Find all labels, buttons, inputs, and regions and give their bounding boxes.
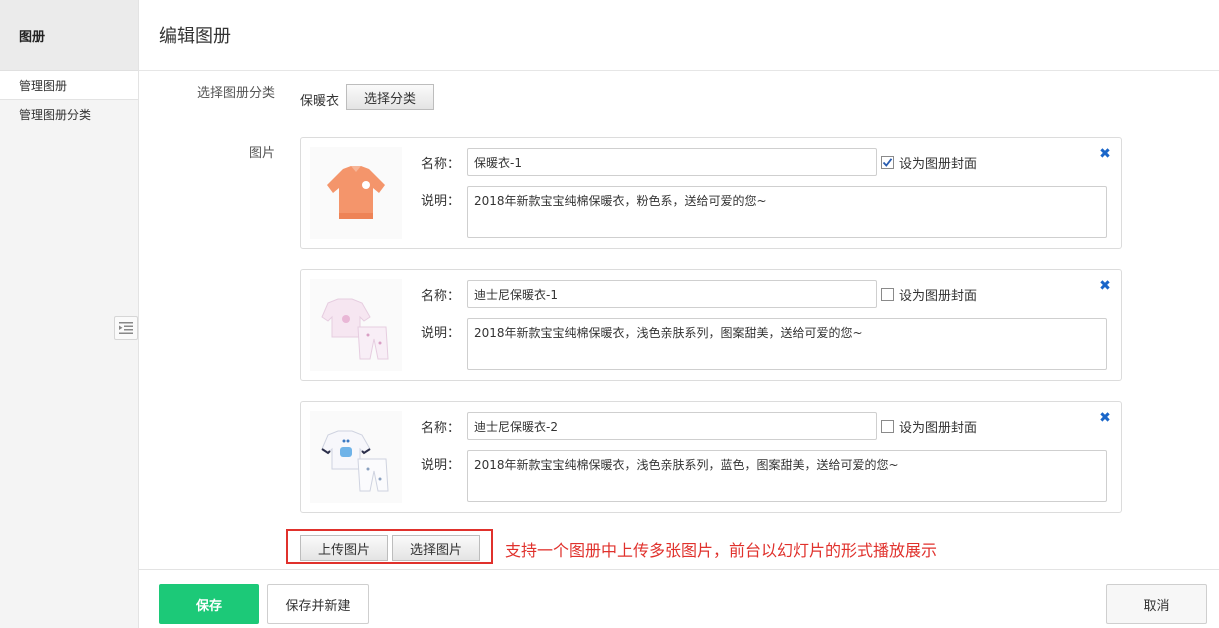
picture-card: 名称： 设为图册封面 ✖ 说明： 2018年新款宝宝纯棉保暖衣，浅色亲肤系列，图… [300,269,1122,381]
remove-picture-icon[interactable]: ✖ [1099,411,1111,425]
set-cover-label: 设为图册封面 [899,421,978,436]
category-label: 选择图册分类 [196,86,275,101]
checkbox-unchecked-icon [881,420,894,433]
sidebar-title: 图册 [0,0,138,71]
orange-sweater-icon [327,166,385,219]
sidebar-item-manage-albums[interactable]: 管理图册 [0,71,138,100]
picture-description-input[interactable]: 2018年新款宝宝纯棉保暖衣，浅色亲肤系列，蓝色，图案甜美，送给可爱的您~ [467,450,1107,502]
remove-picture-icon[interactable]: ✖ [1099,147,1111,161]
set-cover-checkbox[interactable]: 设为图册封面 [881,417,977,436]
sidebar: 图册 管理图册 管理图册分类 [0,0,139,628]
select-picture-button[interactable]: 选择图片 [392,535,480,561]
annotation-note: 支持一个图册中上传多张图片，前台以幻灯片的形式播放展示 [505,541,938,560]
set-cover-label: 设为图册封面 [899,289,978,304]
picture-card: 名称： 设为图册封面 ✖ 说明： 2018年新款宝宝纯棉保暖衣，粉色系，送给可爱… [300,137,1122,249]
white-pajama-set-icon [321,430,389,492]
upload-picture-button[interactable]: 上传图片 [300,535,388,561]
picture-description-input[interactable]: 2018年新款宝宝纯棉保暖衣，粉色系，送给可爱的您~ [467,186,1107,238]
description-label: 说明： [421,194,461,209]
collapse-sidebar-button[interactable] [114,316,138,340]
name-label: 名称： [421,421,461,436]
indent-icon [119,322,133,334]
sidebar-item-manage-album-categories[interactable]: 管理图册分类 [0,100,138,129]
picture-thumbnail[interactable] [310,279,402,371]
name-label: 名称： [421,157,461,172]
set-cover-checkbox[interactable]: 设为图册封面 [881,285,977,304]
cancel-button[interactable]: 取消 [1106,584,1207,624]
picture-name-input[interactable] [467,412,877,440]
pictures-label: 图片 [248,146,275,161]
upload-highlight-box: 上传图片 选择图片 [286,529,493,564]
page-title: 编辑图册 [139,0,1219,71]
choose-category-button[interactable]: 选择分类 [346,84,434,110]
picture-name-input[interactable] [467,148,877,176]
edit-album-form: 选择图册分类 保暖衣 选择分类 图片 名称： 设为图册封面 ✖ 说明： 2018… [139,71,1219,569]
picture-card: 名称： 设为图册封面 ✖ 说明： 2018年新款宝宝纯棉保暖衣，浅色亲肤系列，蓝… [300,401,1122,513]
description-label: 说明： [421,458,461,473]
picture-thumbnail[interactable] [310,411,402,503]
footer-actions: 保存 保存并新建 取消 [139,569,1219,628]
picture-name-input[interactable] [467,280,877,308]
picture-thumbnail[interactable] [310,147,402,239]
save-button[interactable]: 保存 [159,584,259,624]
set-cover-label: 设为图册封面 [899,157,978,172]
save-and-new-button[interactable]: 保存并新建 [267,584,369,624]
picture-description-input[interactable]: 2018年新款宝宝纯棉保暖衣，浅色亲肤系列，图案甜美，送给可爱的您~ [467,318,1107,370]
category-value: 保暖衣 [300,94,340,109]
checkbox-checked-icon [881,156,894,169]
description-label: 说明： [421,326,461,341]
checkbox-unchecked-icon [881,288,894,301]
pink-pajama-set-icon [321,298,389,360]
set-cover-checkbox[interactable]: 设为图册封面 [881,153,977,172]
name-label: 名称： [421,289,461,304]
remove-picture-icon[interactable]: ✖ [1099,279,1111,293]
